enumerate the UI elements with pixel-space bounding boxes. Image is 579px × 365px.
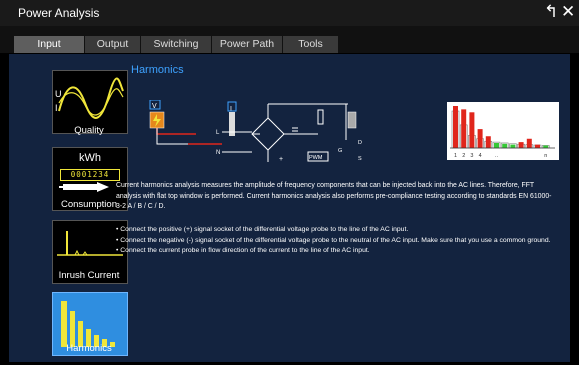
circuit-diagram: V I L N E PWM D G S + bbox=[149, 100, 362, 162]
title-bar: Power Analysis ↰ ✕ bbox=[0, 0, 579, 26]
quality-label: Quality bbox=[74, 125, 104, 136]
svg-text:I: I bbox=[55, 103, 58, 113]
svg-text:G: G bbox=[338, 148, 342, 154]
tab-power-path[interactable]: Power Path bbox=[212, 36, 282, 53]
window-title: Power Analysis bbox=[18, 6, 100, 20]
svg-text:+: + bbox=[279, 156, 283, 162]
svg-text:I: I bbox=[230, 106, 232, 113]
description-text: Current harmonics analysis measures the … bbox=[116, 182, 552, 210]
fft-tick-label: 2 bbox=[462, 153, 465, 159]
svg-text:S: S bbox=[358, 156, 362, 162]
instruction-item: • Connect the negative (-) signal socket… bbox=[116, 236, 551, 244]
fft-tick-label: n bbox=[544, 153, 547, 159]
close-icon[interactable]: ✕ bbox=[561, 3, 575, 21]
svg-text:PWM: PWM bbox=[309, 155, 323, 161]
page-title: Harmonics bbox=[131, 64, 184, 76]
fft-preview: 1 2 3 4.. n bbox=[447, 102, 559, 160]
fft-tick-label: .. bbox=[495, 153, 499, 159]
svg-text:L: L bbox=[216, 130, 220, 136]
svg-text:U: U bbox=[55, 89, 62, 99]
tab-input[interactable]: Input bbox=[14, 36, 84, 53]
fft-bar bbox=[518, 142, 524, 148]
back-icon[interactable]: ↰ bbox=[544, 3, 558, 21]
fft-tick-label: 1 bbox=[454, 153, 457, 159]
harmonics-label: Harmonics bbox=[66, 343, 112, 354]
svg-text:N: N bbox=[216, 150, 220, 156]
svg-text:V: V bbox=[152, 103, 157, 110]
instruction-item: • Connect the current probe in flow dire… bbox=[116, 247, 370, 254]
fft-bar bbox=[535, 144, 540, 148]
fft-tick-label: 4 bbox=[479, 153, 482, 159]
quality-icon: U I bbox=[55, 77, 124, 119]
tab-bar: Input Output Switching Power Path Tools bbox=[0, 26, 579, 53]
transformer-icon bbox=[347, 111, 357, 129]
instruction-item: • Connect the positive (+) signal socket… bbox=[116, 226, 409, 233]
fft-bar bbox=[510, 144, 516, 148]
tab-switching[interactable]: Switching bbox=[141, 36, 211, 53]
inrush-current-label: Inrush Current bbox=[58, 270, 120, 281]
fft-bar bbox=[469, 112, 475, 148]
fft-tick-label: 3 bbox=[470, 153, 473, 159]
fft-bar bbox=[461, 109, 467, 148]
tab-output[interactable]: Output bbox=[85, 36, 140, 53]
fft-bar bbox=[485, 136, 491, 148]
tab-tools[interactable]: Tools bbox=[283, 36, 338, 53]
fft-bar bbox=[477, 129, 483, 148]
fft-bar bbox=[502, 143, 508, 148]
fft-bar bbox=[453, 106, 458, 148]
svg-text:D: D bbox=[358, 140, 362, 146]
fft-bar bbox=[494, 142, 499, 148]
fft-chart: 1 2 3 4.. n bbox=[450, 106, 555, 159]
fft-bar bbox=[526, 138, 532, 148]
instructions-list: • Connect the positive (+) signal socket… bbox=[116, 225, 556, 257]
